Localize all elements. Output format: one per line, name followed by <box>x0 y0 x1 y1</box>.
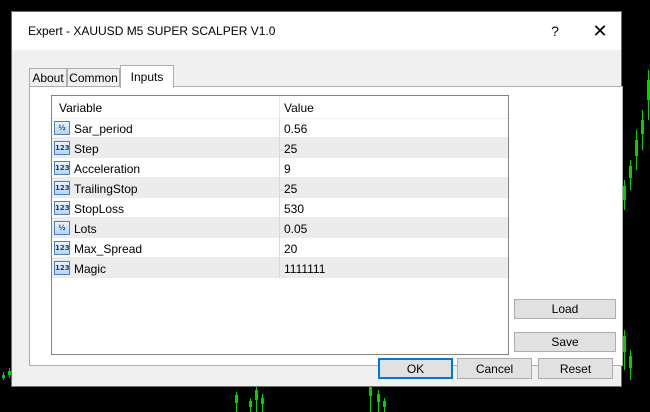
column-divider <box>279 238 280 258</box>
chart-candle-body <box>629 356 632 368</box>
title-bar: Expert - XAUUSD M5 SUPER SCALPER V1.0 ? … <box>12 12 621 50</box>
double-type-icon: ½ <box>54 221 70 235</box>
integer-type-icon: 123 <box>54 141 70 155</box>
variable-name: Magic <box>74 262 107 276</box>
column-divider <box>279 218 280 238</box>
chart-candle-body <box>235 395 238 403</box>
variable-value[interactable]: 9 <box>284 162 291 176</box>
tab-about[interactable]: About <box>29 68 67 87</box>
integer-type-icon: 123 <box>54 181 70 195</box>
integer-type-icon: 123 <box>54 161 70 175</box>
column-divider <box>279 258 280 278</box>
column-header-value[interactable]: Value <box>284 101 314 115</box>
variable-value[interactable]: 0.05 <box>284 222 307 236</box>
chart-candle-body <box>255 390 258 400</box>
table-row[interactable]: 123 TrailingStop 25 <box>52 178 508 198</box>
table-row[interactable]: ½ Lots 0.05 <box>52 218 508 238</box>
expert-dialog: Expert - XAUUSD M5 SUPER SCALPER V1.0 ? … <box>11 11 623 387</box>
column-divider <box>279 158 280 178</box>
table-row[interactable]: 123 Step 25 <box>52 138 508 158</box>
chart-candle-body <box>383 401 386 407</box>
column-divider <box>279 138 280 158</box>
help-button[interactable]: ? <box>532 12 578 50</box>
column-divider <box>279 178 280 198</box>
variable-name: Sar_period <box>74 122 133 136</box>
table-row[interactable]: 123 StopLoss 530 <box>52 198 508 218</box>
variable-value[interactable]: 0.56 <box>284 122 307 136</box>
reset-button[interactable]: Reset <box>538 358 613 379</box>
variable-name: StopLoss <box>74 202 125 216</box>
variable-value[interactable]: 20 <box>284 242 297 256</box>
variable-value[interactable]: 25 <box>284 142 297 156</box>
tab-common[interactable]: Common <box>67 68 120 87</box>
chart-candle-body <box>641 120 644 134</box>
variable-value[interactable]: 25 <box>284 182 297 196</box>
variable-value[interactable]: 1111111 <box>284 262 325 276</box>
variable-value[interactable]: 530 <box>284 202 304 216</box>
window-title: Expert - XAUUSD M5 SUPER SCALPER V1.0 <box>28 24 276 38</box>
chart-candle-body <box>249 401 252 407</box>
variable-name: Acceleration <box>74 162 141 176</box>
chart-candle-body <box>261 398 264 404</box>
variable-name: Step <box>74 142 99 156</box>
chart-candle-body <box>623 336 626 352</box>
tab-inputs[interactable]: Inputs <box>120 65 174 88</box>
column-header-variable[interactable]: Variable <box>59 101 102 115</box>
ok-button[interactable]: OK <box>378 358 453 379</box>
table-row[interactable]: 123 Magic 1111111 <box>52 258 508 278</box>
chart-candle-body <box>377 394 380 402</box>
double-type-icon: ½ <box>54 121 70 135</box>
integer-type-icon: 123 <box>54 201 70 215</box>
inputs-panel: Variable Value ½ Sar_period 0.56 123 Step 25 1… <box>29 86 623 366</box>
table-row[interactable]: 123 Max_Spread 20 <box>52 238 508 258</box>
close-icon[interactable]: ✕ <box>577 12 623 50</box>
integer-type-icon: 123 <box>54 241 70 255</box>
column-divider <box>279 118 280 138</box>
load-button[interactable]: Load <box>514 299 616 319</box>
chart-candle-body <box>635 140 638 156</box>
save-button[interactable]: Save <box>514 332 616 352</box>
chart-candle-body <box>629 166 632 178</box>
table-header: Variable Value <box>52 96 508 119</box>
variable-name: Max_Spread <box>74 242 143 256</box>
cancel-button[interactable]: Cancel <box>457 358 532 379</box>
integer-type-icon: 123 <box>54 261 70 275</box>
inputs-table: Variable Value ½ Sar_period 0.56 123 Step 25 1… <box>51 95 509 355</box>
chart-candle-body <box>623 186 626 200</box>
column-divider[interactable] <box>279 96 280 118</box>
chart-candle-body <box>2 375 5 378</box>
variable-name: TrailingStop <box>74 182 138 196</box>
variable-name: Lots <box>74 222 97 236</box>
column-divider <box>279 198 280 218</box>
table-row[interactable]: 123 Acceleration 9 <box>52 158 508 178</box>
table-row[interactable]: ½ Sar_period 0.56 <box>52 118 508 138</box>
